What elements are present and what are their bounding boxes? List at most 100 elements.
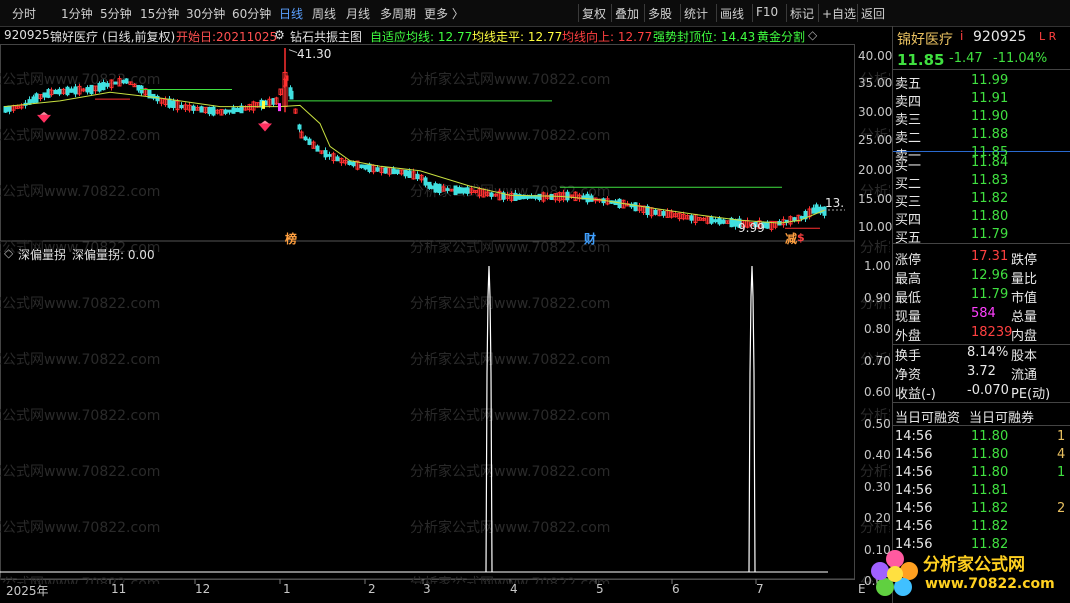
candle-body bbox=[227, 109, 232, 113]
stat-row-cell: 最低 bbox=[895, 291, 922, 306]
time-tick: 5 bbox=[596, 582, 604, 596]
yellow-bar bbox=[262, 100, 265, 109]
tick-row-cell: 14:56 bbox=[895, 429, 933, 444]
settings-icon[interactable]: ⚙ bbox=[274, 28, 285, 42]
stat2-row-cell: 3.72 bbox=[967, 364, 996, 379]
candle-body bbox=[351, 161, 356, 167]
watermark-text: 分析家公式网www.70822.com bbox=[410, 519, 610, 536]
stat2-row-cell: 8.14% bbox=[967, 345, 1009, 360]
candle-body bbox=[359, 164, 364, 169]
watermark-text: 分析家公式网www.70822.com bbox=[410, 71, 610, 88]
stat-row-cell: 18239 bbox=[971, 325, 1013, 340]
indicator-tick: 1.00 bbox=[864, 259, 891, 273]
quote-flags: L R bbox=[1039, 30, 1057, 43]
toolbar-9[interactable]: 多周期 bbox=[380, 5, 416, 22]
candle-body bbox=[465, 187, 470, 194]
candle-body bbox=[113, 81, 118, 85]
tick-row-cell: 14:56 bbox=[895, 483, 933, 498]
toolbar-2[interactable]: 5分钟 bbox=[100, 5, 132, 22]
marker-bang: 榜 bbox=[285, 232, 298, 246]
candle-body bbox=[57, 88, 62, 95]
tick-row-cell: 11.80 bbox=[971, 447, 1009, 462]
adaptive-ma: 自适应均线: 12.77 bbox=[370, 30, 473, 44]
candle-body bbox=[297, 124, 302, 130]
toolbar-right-1[interactable]: 叠加 bbox=[615, 5, 639, 22]
marker-dollar: $ bbox=[797, 231, 805, 244]
candle-body bbox=[42, 92, 47, 98]
stat-row-cell: 12.96 bbox=[971, 268, 1009, 283]
tick-row-cell: 1 bbox=[1057, 465, 1066, 480]
stat-row: 最高 12.96 量比 bbox=[893, 267, 1070, 287]
toolbar-6[interactable]: 日线 bbox=[279, 5, 303, 22]
toolbar-4[interactable]: 30分钟 bbox=[186, 5, 225, 22]
time-tick: 2 bbox=[368, 582, 376, 596]
toolbar-10[interactable]: 更多 〉 bbox=[424, 5, 464, 22]
price-tick: 10.00 bbox=[858, 220, 893, 234]
start-date: 开始日:20211025 bbox=[176, 30, 278, 44]
candle-body bbox=[445, 188, 450, 191]
toolbar-right-0[interactable]: 复权 bbox=[582, 5, 606, 22]
candle-body bbox=[69, 88, 74, 93]
watermark-text: 分析家公式网www.70822.com bbox=[410, 127, 610, 144]
toolbar-right-2[interactable]: 多股 bbox=[648, 5, 672, 22]
watermark-text: 分析家公式网www.70822.com bbox=[0, 407, 160, 424]
toolbar-3[interactable]: 15分钟 bbox=[140, 5, 179, 22]
quote-panel: 锦好医疗 i 920925 L R 11.85 -1.47 -11.04% 当日… bbox=[871, 26, 1070, 603]
bid-row: 买四 11.80 bbox=[893, 208, 1070, 228]
candle-body bbox=[765, 221, 770, 229]
indicator-panel-title[interactable]: 深偏量拐 bbox=[18, 246, 66, 263]
candle-body bbox=[307, 138, 312, 145]
toolbar-right-5[interactable]: F10 bbox=[756, 5, 778, 19]
candle-body bbox=[375, 167, 380, 172]
toolbar-right-7[interactable]: +自选 bbox=[822, 5, 856, 22]
logo-url: www.70822.com bbox=[925, 576, 1055, 592]
info-icon[interactable]: i bbox=[960, 29, 963, 43]
toolbar-5[interactable]: 60分钟 bbox=[232, 5, 271, 22]
toolbar-8[interactable]: 月线 bbox=[346, 5, 370, 22]
stat-row-cell: 外盘 bbox=[895, 329, 922, 344]
tick-row-cell: 11.82 bbox=[971, 501, 1009, 516]
time-tick: 6 bbox=[672, 582, 680, 596]
diamond-icon: ◇ bbox=[808, 28, 818, 42]
toolbar-right-3[interactable]: 统计 bbox=[684, 5, 708, 22]
bid-row-cell: 买五 bbox=[895, 231, 922, 246]
time-tick: 1 bbox=[283, 582, 291, 596]
toolbar-0[interactable]: 分时 bbox=[12, 5, 36, 22]
candle-body bbox=[565, 191, 570, 201]
candle-body bbox=[661, 211, 666, 216]
stat-row-cell: 现量 bbox=[895, 310, 922, 325]
stat-row: 现量 584 总量 bbox=[893, 305, 1070, 325]
toolbar-right-6[interactable]: 标记 bbox=[790, 5, 814, 22]
candle-body bbox=[7, 105, 12, 112]
time-tick: 2025年 bbox=[6, 584, 49, 598]
chart-mode: (日线,前复权) bbox=[102, 30, 176, 44]
candle-body bbox=[457, 187, 462, 194]
bid-row-cell: 11.84 bbox=[971, 155, 1009, 170]
stat-row: 涨停 17.31 跌停 bbox=[893, 248, 1070, 268]
main-chart-area[interactable]: 分析家公式网www.70822.com 分析家公式网www.70822.com 分析… bbox=[0, 44, 890, 584]
toolbar-1[interactable]: 1分钟 bbox=[61, 5, 93, 22]
candle-body bbox=[171, 100, 176, 109]
quote-stock-name: 锦好医疗 bbox=[897, 32, 953, 48]
diamond-marker bbox=[37, 114, 51, 123]
candle-body bbox=[461, 187, 466, 194]
watermark-text: 分析家公式网www.70822.com bbox=[0, 519, 160, 536]
stat-row-cell: 17.31 bbox=[971, 249, 1009, 264]
candle-body bbox=[537, 193, 542, 201]
high-price-label: 41.30 bbox=[297, 47, 332, 61]
ask-row: 卖三 11.90 bbox=[893, 108, 1070, 128]
watermark-text: 分析家公式网www.70822.com bbox=[410, 463, 610, 480]
indicator-name[interactable]: 钻石共振主图 bbox=[290, 28, 362, 45]
toolbar-right-4[interactable]: 画线 bbox=[720, 5, 744, 22]
candle-body bbox=[395, 169, 400, 174]
watermark-text: 分析家公式网www.70822.com bbox=[0, 183, 160, 200]
collapse-icon[interactable]: ◇ bbox=[4, 246, 13, 260]
toolbar-7[interactable]: 周线 bbox=[312, 5, 336, 22]
tick-row-cell: 14:56 bbox=[895, 447, 933, 462]
toolbar-right-8[interactable]: 返回 bbox=[861, 5, 885, 22]
candle-body bbox=[429, 185, 434, 189]
bid-row: 买五 11.79 bbox=[893, 226, 1070, 246]
time-tick: 11 bbox=[111, 582, 127, 596]
tick-row: 14:56 11.80 1 bbox=[893, 428, 1070, 447]
stat2-row: 收益(-) -0.070 PE(动) bbox=[893, 382, 1070, 402]
